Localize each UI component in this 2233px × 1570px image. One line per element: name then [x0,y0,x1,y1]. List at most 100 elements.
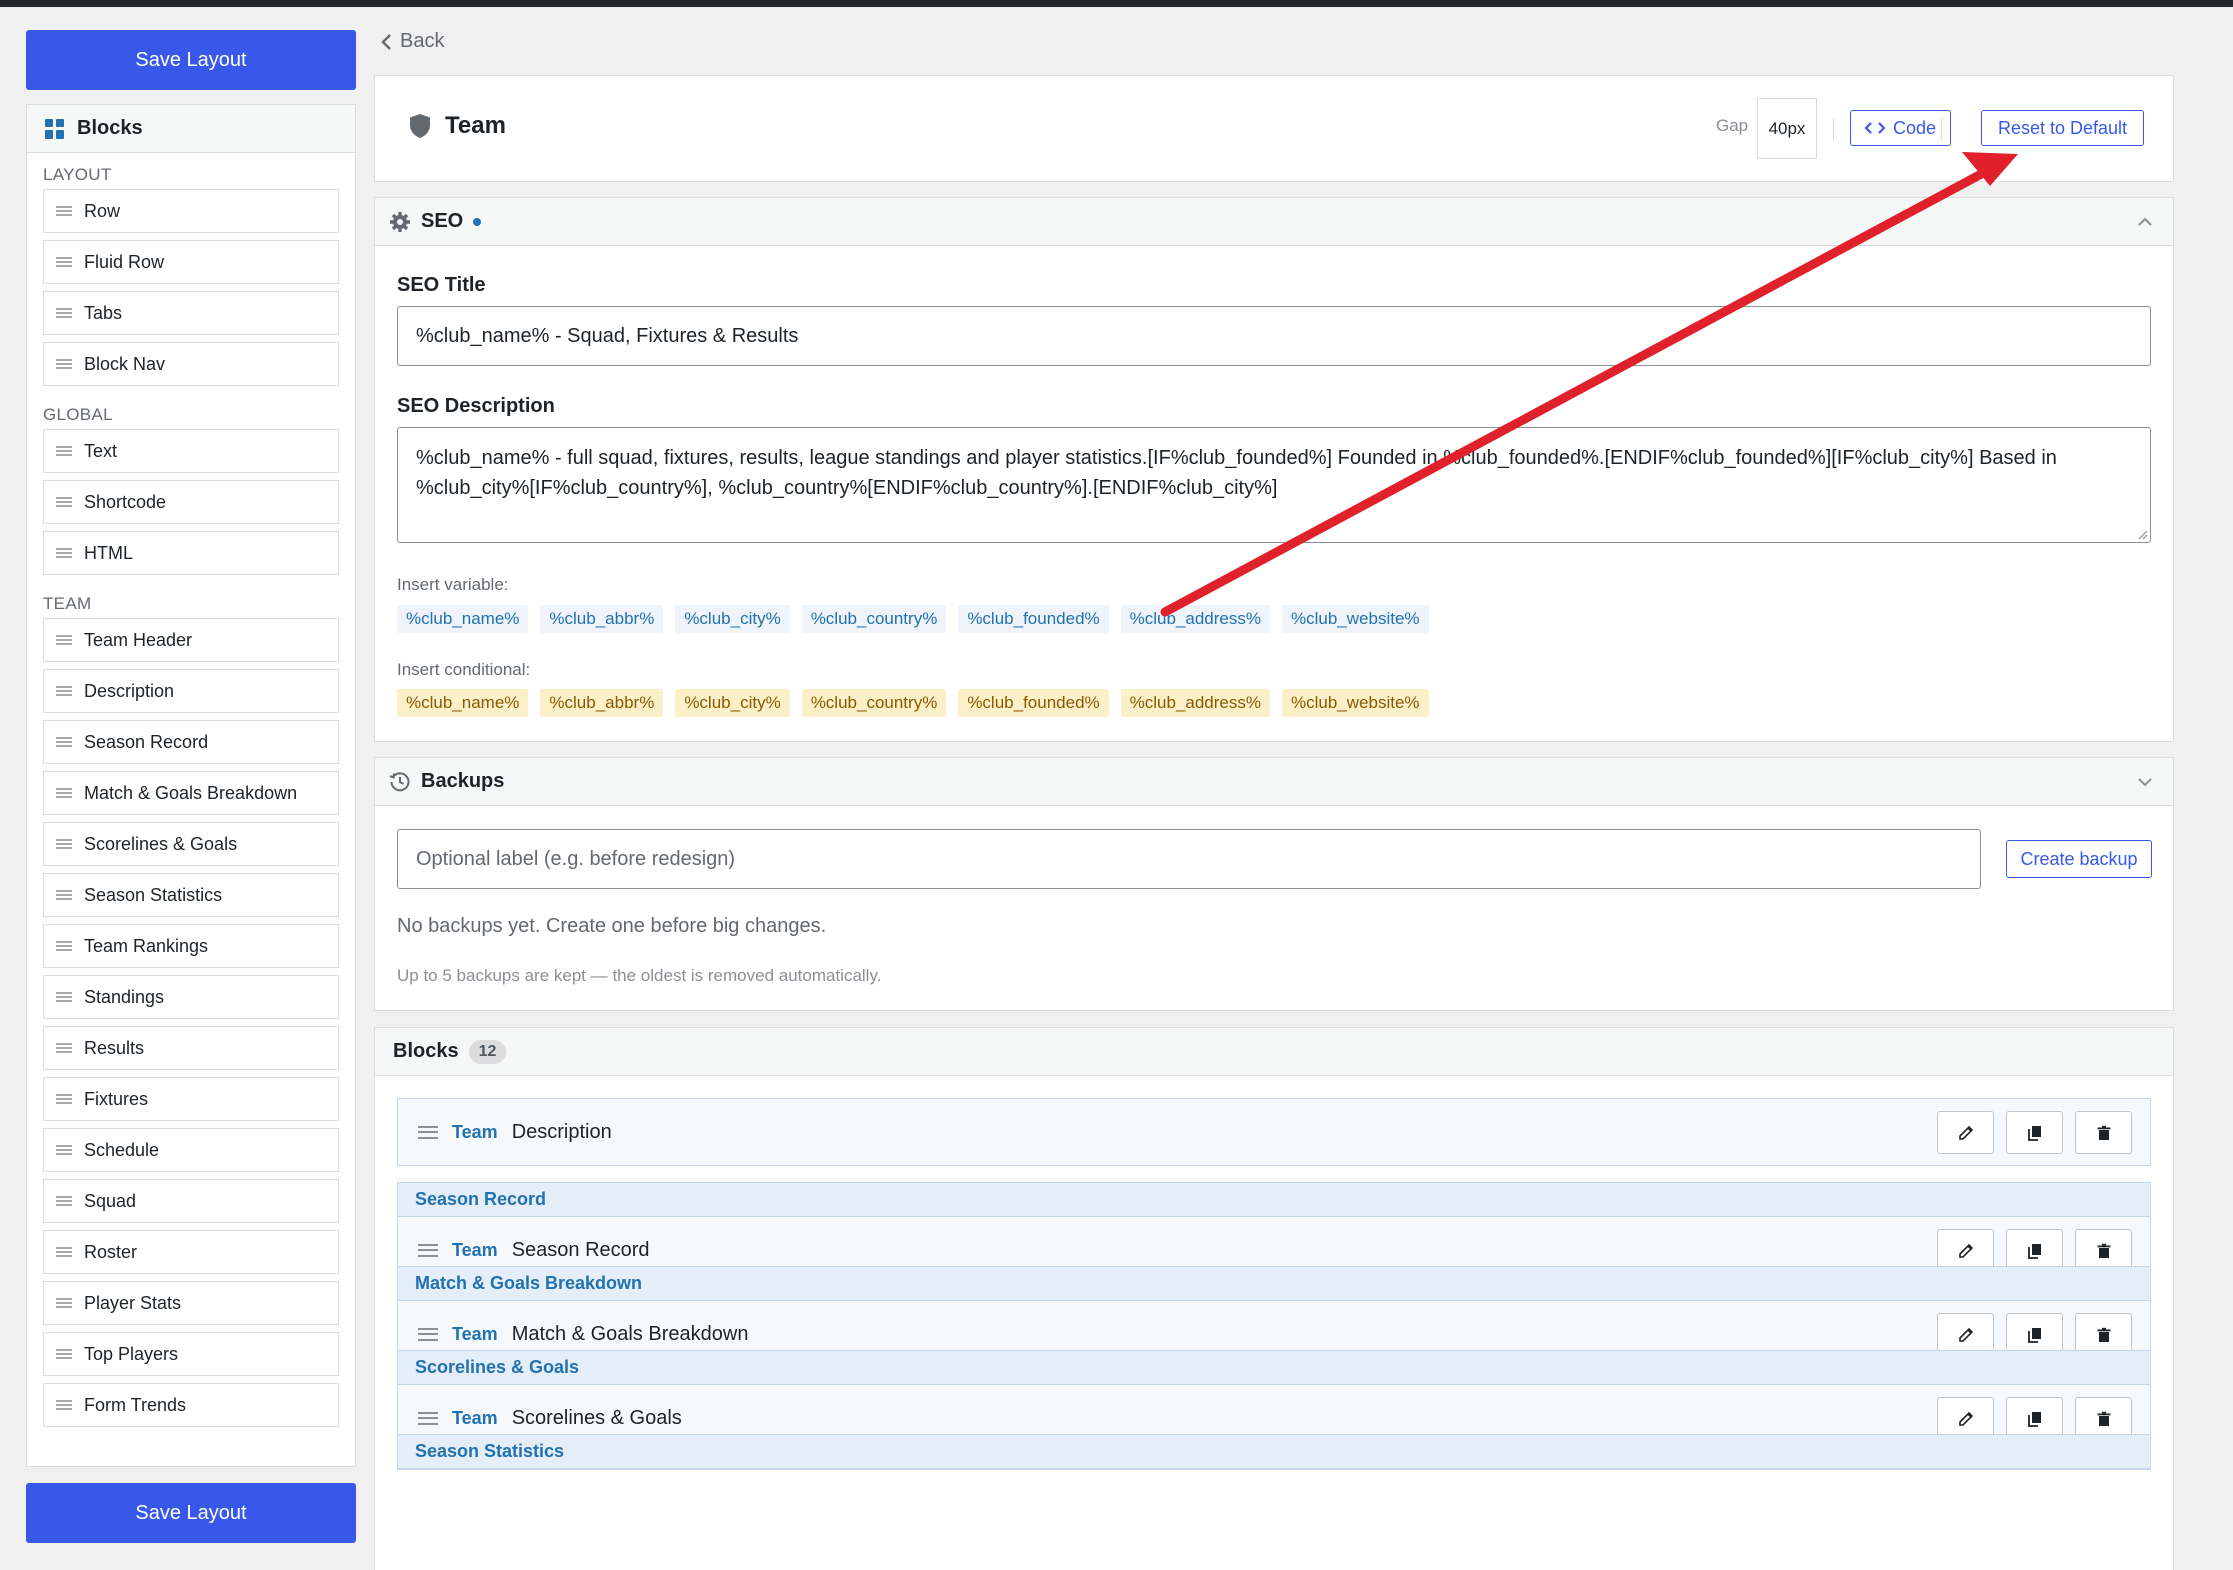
layout-blocks-header: Blocks 12 [375,1028,2173,1076]
create-backup-button[interactable]: Create backup [2006,840,2152,878]
block-actions [1937,1111,2132,1154]
insert-conditional-chip-club-abbr[interactable]: %club_abbr% [540,689,664,717]
insert-conditional-chip-club-city[interactable]: %club_city% [675,689,790,717]
palette-item-label: Squad [84,1190,137,1211]
drag-handle-icon [56,1043,72,1053]
copy-icon [2027,1327,2041,1343]
save-layout-button-bottom[interactable]: Save Layout [26,1483,356,1543]
drag-handle-icon [56,308,72,318]
resize-handle-icon[interactable] [2136,528,2148,540]
drag-handle-icon [56,788,72,798]
palette-item-description[interactable]: Description [43,669,339,713]
insert-conditional-chip-club-country[interactable]: %club_country% [801,689,947,717]
drag-handle-icon [56,992,72,1002]
insert-conditional-chip-club-name[interactable]: %club_name% [397,689,529,717]
duplicate-button[interactable] [2006,1111,2063,1154]
palette-item-label: Player Stats [84,1292,182,1313]
palette-item-fixtures[interactable]: Fixtures [43,1077,339,1121]
delete-button[interactable] [2075,1111,2132,1154]
backup-label-input[interactable]: Optional label (e.g. before redesign) [397,829,1981,889]
palette-item-squad[interactable]: Squad [43,1179,339,1223]
palette-item-schedule[interactable]: Schedule [43,1128,339,1172]
palette-item-shortcode[interactable]: Shortcode [43,480,339,524]
palette-item-team-rankings[interactable]: Team Rankings [43,924,339,968]
seo-title-input[interactable]: %club_name% - Squad, Fixtures & Results [397,306,2151,366]
palette-item-season-statistics[interactable]: Season Statistics [43,873,339,917]
drag-handle-icon [56,359,72,369]
palette-item-standings[interactable]: Standings [43,975,339,1019]
insert-variable-chip-club-abbr[interactable]: %club_abbr% [540,605,664,633]
gap-input[interactable]: 40px [1757,98,1817,159]
palette-item-label: Schedule [84,1139,160,1160]
palette-item-fluid-row[interactable]: Fluid Row [43,240,339,284]
insert-conditional-chip-club-founded[interactable]: %club_founded% [958,689,1109,717]
page-title-text: Team [445,112,506,139]
palette-group-label: TEAM [43,594,92,613]
code-button[interactable]: Code [1850,110,1951,146]
insert-variable-chip-club-founded[interactable]: %club_founded% [958,605,1109,633]
palette-item-label: Roster [84,1241,138,1262]
drag-handle-icon [56,1349,72,1359]
insert-variable-chip-club-address[interactable]: %club_address% [1120,605,1270,633]
reset-to-default-button[interactable]: Reset to Default [1981,110,2144,146]
block-name: Scorelines & Goals [511,1406,682,1429]
palette-item-text[interactable]: Text [43,429,339,473]
code-button-label: Code [1892,117,1937,138]
palette-item-results[interactable]: Results [43,1026,339,1070]
backups-section-header[interactable]: Backups [375,758,2173,806]
palette-item-block-nav[interactable]: Block Nav [43,342,339,386]
palette-group-label: GLOBAL [43,405,113,424]
chevron-up-icon[interactable] [2135,212,2155,232]
insert-conditional-chip-club-address[interactable]: %club_address% [1120,689,1270,717]
edit-button[interactable] [1937,1111,1994,1154]
palette-item-match-and-goals-breakdown[interactable]: Match & Goals Breakdown [43,771,339,815]
top-bar [0,0,2233,7]
insert-conditional-label: Insert conditional: [397,660,531,679]
palette-item-top-players[interactable]: Top Players [43,1332,339,1376]
palette-item-label: Row [84,200,121,221]
layout-block-item[interactable]: Team Description [398,1099,2150,1165]
drag-handle-icon [56,1298,72,1308]
palette-item-label: Team Header [84,629,193,650]
backups-section-title: Backups [421,770,505,792]
drag-handle-icon [56,1247,72,1257]
block-type-tag: Team [452,1407,498,1428]
insert-variable-label: Insert variable: [397,575,509,594]
back-link[interactable]: Back [380,30,444,53]
insert-conditional-chip-club-website[interactable]: %club_website% [1282,689,1429,717]
palette-item-team-header[interactable]: Team Header [43,618,339,662]
palette-item-label: Top Players [84,1343,179,1364]
save-layout-button-top[interactable]: Save Layout [26,30,356,90]
seo-section-header[interactable]: SEO [375,198,2173,246]
layout-blocks-list: Blocks 12 Team Description Season Record Te… [374,1027,2174,1570]
seo-description-textarea[interactable]: %club_name% - full squad, fixtures, resu… [397,427,2151,543]
palette-item-roster[interactable]: Roster [43,1230,339,1274]
block-name: Season Record [511,1238,650,1261]
palette-item-label: Fixtures [84,1088,149,1109]
gap-label: Gap [1716,116,1749,135]
palette-item-scorelines-and-goals[interactable]: Scorelines & Goals [43,822,339,866]
palette-item-player-stats[interactable]: Player Stats [43,1281,339,1325]
drag-handle-icon [56,446,72,456]
insert-variable-chip-club-country[interactable]: %club_country% [801,605,947,633]
palette-groups: LAYOUT Row Fluid Row Tabs Block Nav GLOBAL Tex… [27,153,355,1427]
insert-variable-chip-club-city[interactable]: %club_city% [675,605,790,633]
trash-icon [2097,1327,2110,1342]
drag-handle-icon [418,1125,438,1139]
palette-item-label: Results [84,1037,145,1058]
backups-retention-note: Up to 5 backups are kept — the oldest is… [397,966,882,985]
insert-conditional-chips: %club_name% %club_abbr% %club_city% %club_c… [397,689,1429,717]
backups-section: Backups Optional label (e.g. before rede… [374,757,2174,1011]
insert-variable-chip-club-name[interactable]: %club_name% [397,605,529,633]
palette-item-tabs[interactable]: Tabs [43,291,339,335]
seo-section: SEO SEO Title %club_name% - Squad, Fixtu… [374,197,2174,742]
palette-item-row[interactable]: Row [43,189,339,233]
chevron-down-icon[interactable] [2135,772,2155,792]
palette-item-form-trends[interactable]: Form Trends [43,1383,339,1427]
palette-item-season-record[interactable]: Season Record [43,720,339,764]
palette-item-html[interactable]: HTML [43,531,339,575]
drag-handle-icon [56,1400,72,1410]
drag-handle-icon [56,890,72,900]
insert-variable-chip-club-website[interactable]: %club_website% [1282,605,1429,633]
backups-empty-message: No backups yet. Create one before big ch… [397,915,827,937]
